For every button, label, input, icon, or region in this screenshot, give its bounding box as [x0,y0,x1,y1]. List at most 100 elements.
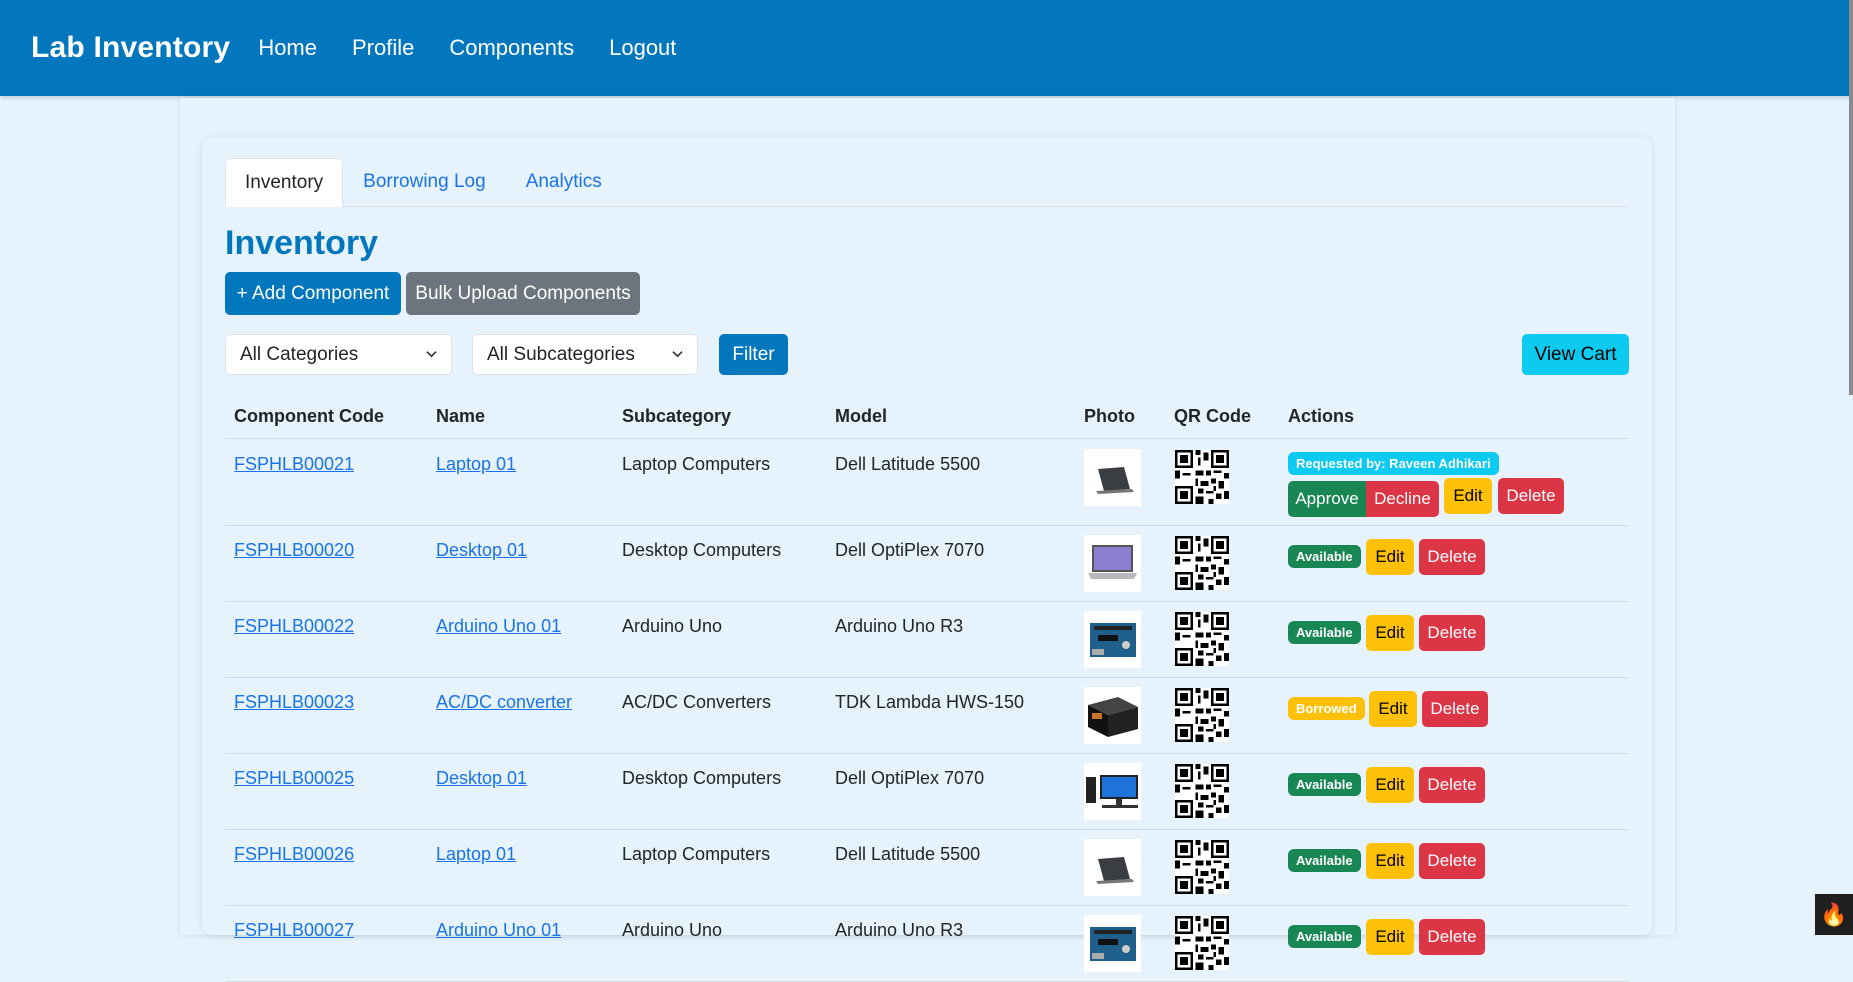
edit-button[interactable]: Edit [1444,478,1492,514]
component-code-link[interactable]: FSPHLB00025 [234,768,354,789]
component-name-link[interactable]: Arduino Uno 01 [436,616,561,637]
table-row: FSPHLB00026 Laptop 01 Laptop Computers Dell… [225,830,1629,906]
component-name-link[interactable]: Laptop 01 [436,454,516,475]
edit-button[interactable]: Edit [1366,919,1414,955]
delete-button[interactable]: Delete [1419,539,1485,575]
chevron-down-icon [426,351,437,358]
category-select-value: All Categories [240,343,359,365]
arduino-photo[interactable] [1084,611,1141,668]
available-badge: Available [1288,545,1361,568]
chevron-down-icon [672,351,683,358]
component-name-link[interactable]: Desktop 01 [436,540,527,561]
edit-button[interactable]: Edit [1366,767,1414,803]
qr-code-image[interactable] [1175,536,1229,590]
model-text: Dell OptiPlex 7070 [835,768,985,788]
component-name-link[interactable]: Arduino Uno 01 [436,920,561,941]
model-text: Arduino Uno R3 [835,616,964,636]
category-select[interactable]: All Categories [225,334,452,375]
component-name-link[interactable]: AC/DC converter [436,692,572,713]
header-model: Model [835,406,887,426]
page-scrollbar[interactable] [1849,0,1853,395]
model-text: Arduino Uno R3 [835,920,964,940]
table-header: Component Code Name Subcategory Model Ph… [225,396,1629,439]
component-code-link[interactable]: FSPHLB00020 [234,540,354,561]
table-row: FSPHLB00027 Arduino Uno 01 Arduino Uno Ardu… [225,906,1629,982]
tab-inventory[interactable]: Inventory [225,158,344,207]
table-row: FSPHLB00021 Laptop 01 Laptop Computers Dell… [225,440,1629,526]
available-badge: Available [1288,773,1361,796]
table-row: FSPHLB00022 Arduino Uno 01 Arduino Uno Ardu… [225,602,1629,678]
qr-code-image[interactable] [1175,916,1229,970]
component-name-link[interactable]: Laptop 01 [436,844,516,865]
filter-button[interactable]: Filter [719,334,788,375]
bulk-upload-button[interactable]: Bulk Upload Components [406,272,640,315]
subcategory-text: Arduino Uno [622,616,723,636]
delete-button[interactable]: Delete [1419,767,1485,803]
table-row: FSPHLB00023 AC/DC converter AC/DC Converte… [225,678,1629,754]
nav-profile[interactable]: Profile [352,35,414,61]
header-name: Name [436,406,486,426]
view-cart-button[interactable]: View Cart [1522,334,1629,375]
available-badge: Available [1288,621,1361,644]
top-navbar: Lab Inventory Home Profile Components Lo… [0,0,1853,96]
power-supply-photo[interactable] [1084,687,1141,744]
component-code-link[interactable]: FSPHLB00023 [234,692,354,713]
available-badge: Available [1288,849,1361,872]
tab-bar: Inventory Borrowing Log Analytics [225,158,1629,207]
subcategory-text: Desktop Computers [622,540,782,560]
page-title: Inventory [225,224,379,262]
table-row: FSPHLB00020 Desktop 01 Desktop Computers De… [225,526,1629,602]
tab-analytics[interactable]: Analytics [506,158,622,206]
subcategory-text: Laptop Computers [622,454,771,474]
subcategory-text: Laptop Computers [622,844,771,864]
edit-button[interactable]: Edit [1366,539,1414,575]
qr-code-image[interactable] [1175,450,1229,504]
delete-button[interactable]: Delete [1419,919,1485,955]
header-photo: Photo [1084,406,1135,426]
qr-code-image[interactable] [1175,764,1229,818]
laptop-open-photo[interactable] [1084,535,1141,592]
brand-logo[interactable]: Lab Inventory [31,31,230,65]
header-subcategory: Subcategory [622,406,732,426]
subcategory-text: Arduino Uno [622,920,723,940]
qr-code-image[interactable] [1175,688,1229,742]
edit-button[interactable]: Edit [1369,691,1417,727]
model-text: Dell Latitude 5500 [835,844,981,864]
header-component-code: Component Code [234,406,384,426]
approve-button[interactable]: Approve [1288,481,1366,517]
nav-logout[interactable]: Logout [609,35,676,61]
tab-borrowing-log[interactable]: Borrowing Log [343,158,506,206]
desktop-photo[interactable] [1084,763,1141,820]
component-code-link[interactable]: FSPHLB00021 [234,454,354,475]
delete-button[interactable]: Delete [1419,615,1485,651]
borrowed-badge: Borrowed [1288,697,1365,720]
component-code-link[interactable]: FSPHLB00022 [234,616,354,637]
nav-home[interactable]: Home [258,35,317,61]
qr-code-image[interactable] [1175,840,1229,894]
flame-icon[interactable]: 🔥 [1815,894,1853,935]
edit-button[interactable]: Edit [1366,615,1414,651]
delete-button[interactable]: Delete [1498,478,1564,514]
decline-button[interactable]: Decline [1366,481,1439,517]
component-code-link[interactable]: FSPHLB00026 [234,844,354,865]
subcategory-select[interactable]: All Subcategories [472,334,698,375]
available-badge: Available [1288,925,1361,948]
delete-button[interactable]: Delete [1419,843,1485,879]
subcategory-text: Desktop Computers [622,768,782,788]
qr-code-image[interactable] [1175,612,1229,666]
edit-button[interactable]: Edit [1366,843,1414,879]
delete-button[interactable]: Delete [1422,691,1488,727]
component-name-link[interactable]: Desktop 01 [436,768,527,789]
model-text: TDK Lambda HWS-150 [835,692,1025,712]
header-actions: Actions [1288,406,1355,426]
nav-components[interactable]: Components [449,35,574,61]
arduino-photo[interactable] [1084,915,1141,972]
add-component-button[interactable]: + Add Component [225,272,401,315]
subcategory-text: AC/DC Converters [622,692,772,712]
model-text: Dell Latitude 5500 [835,454,981,474]
requested-badge: Requested by: Raveen Adhikari [1288,452,1499,475]
component-code-link[interactable]: FSPHLB00027 [234,920,354,941]
laptop-photo[interactable] [1084,449,1141,506]
header-qr-code: QR Code [1174,406,1252,426]
laptop-photo[interactable] [1084,839,1141,896]
